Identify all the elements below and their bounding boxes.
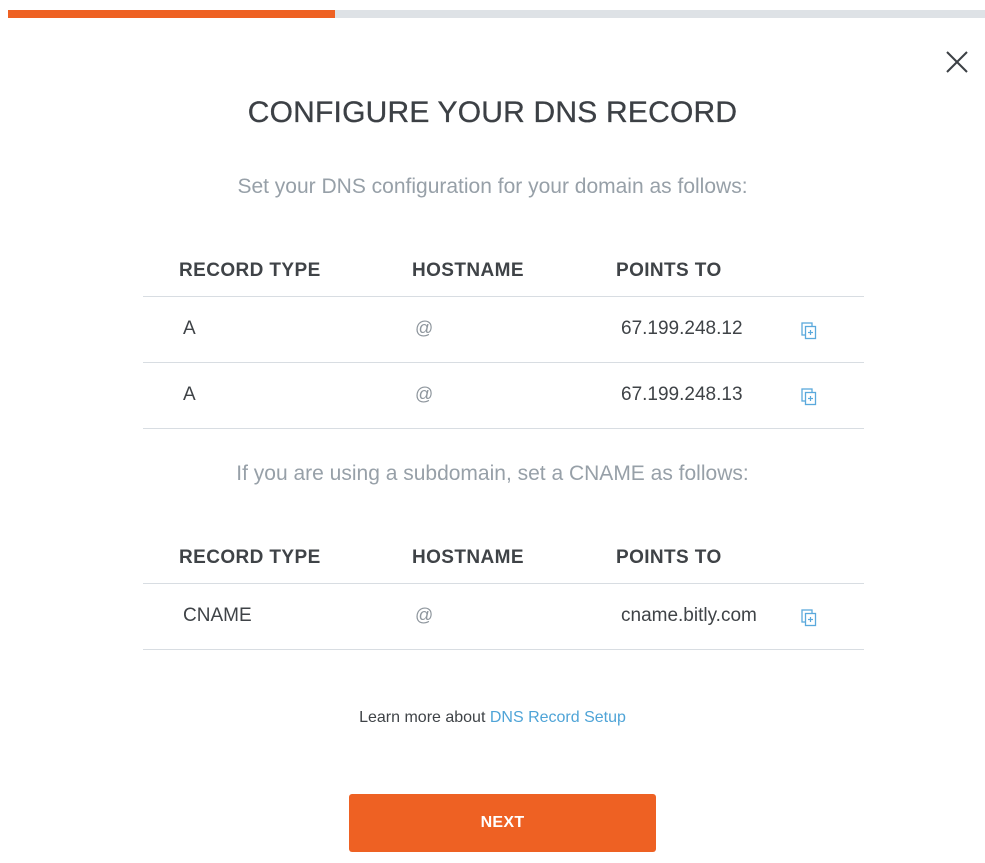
next-button[interactable]: NEXT [349, 794, 656, 852]
column-header-record-type: RECORD TYPE [179, 547, 321, 568]
table-row: CNAME @ cname.bitly.com [143, 584, 864, 650]
column-header-hostname: HOSTNAME [412, 547, 524, 568]
learn-more-text: Learn more about DNS Record Setup [0, 709, 985, 727]
record-type-cell: A [183, 318, 196, 339]
dns-record-setup-link[interactable]: DNS Record Setup [490, 709, 626, 726]
record-type-cell: A [183, 384, 196, 405]
hostname-cell: @ [415, 384, 434, 404]
cname-intro: If you are using a subdomain, set a CNAM… [236, 462, 749, 485]
points-to-cell: 67.199.248.13 [621, 384, 743, 405]
copy-icon[interactable] [801, 388, 817, 406]
copy-icon[interactable] [801, 609, 817, 627]
cname-records-table: RECORD TYPE HOSTNAME POINTS TO CNAME @ c… [143, 533, 864, 650]
points-to-cell: cname.bitly.com [621, 605, 757, 626]
table-row: A @ 67.199.248.12 [143, 297, 864, 363]
hostname-cell: @ [415, 318, 434, 338]
progress-bar-fill [8, 10, 336, 18]
close-icon [943, 48, 971, 76]
record-type-cell: CNAME [183, 605, 252, 626]
column-header-hostname: HOSTNAME [412, 260, 524, 281]
page-title: CONFIGURE YOUR DNS RECORD [247, 96, 738, 129]
column-header-points-to: POINTS TO [616, 547, 722, 568]
close-button[interactable] [943, 48, 971, 76]
a-records-table: RECORD TYPE HOSTNAME POINTS TO A @ 67.19… [143, 246, 864, 429]
table-header: RECORD TYPE HOSTNAME POINTS TO [143, 246, 864, 297]
column-header-points-to: POINTS TO [616, 260, 722, 281]
copy-icon[interactable] [801, 322, 817, 340]
table-header: RECORD TYPE HOSTNAME POINTS TO [143, 533, 864, 584]
hostname-cell: @ [415, 605, 434, 625]
subtitle: Set your DNS configuration for your doma… [237, 175, 748, 198]
table-row: A @ 67.199.248.13 [143, 363, 864, 429]
learn-more-prefix: Learn more about [359, 709, 490, 726]
progress-bar [8, 10, 985, 18]
column-header-record-type: RECORD TYPE [179, 260, 321, 281]
points-to-cell: 67.199.248.12 [621, 318, 743, 339]
